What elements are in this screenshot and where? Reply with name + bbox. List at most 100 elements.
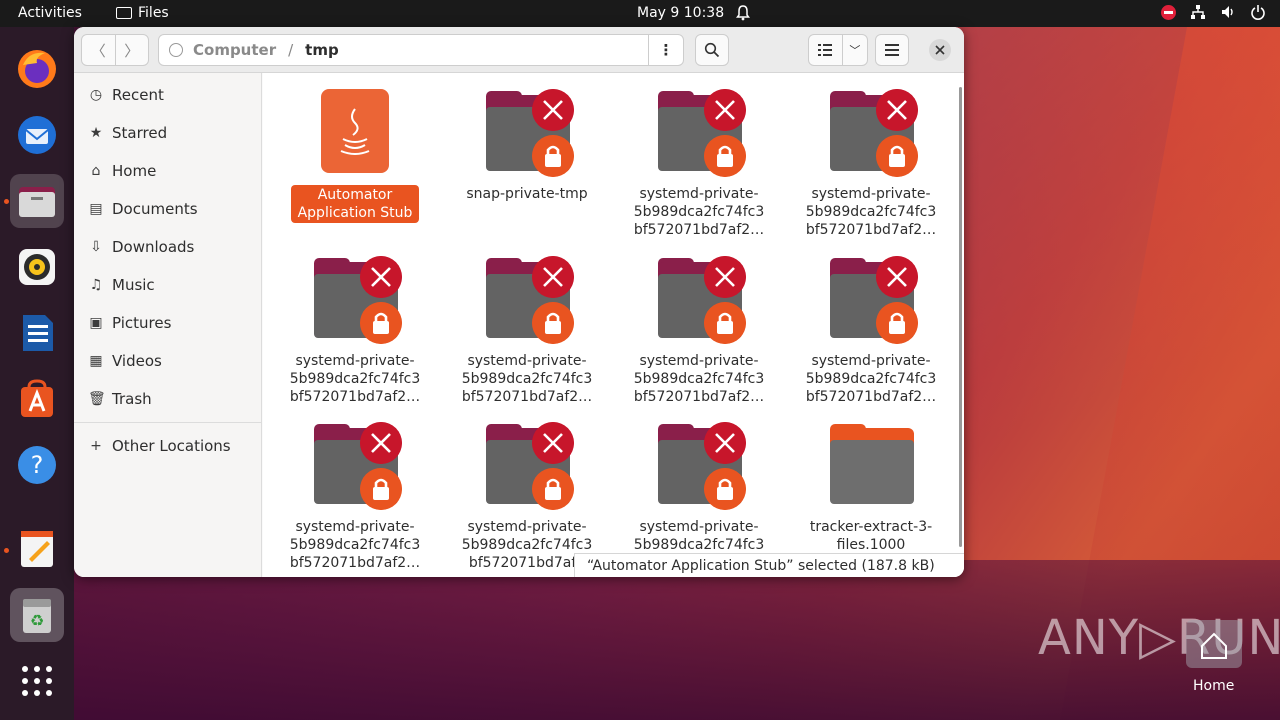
file-item[interactable]: systemd-private- 5b989dca2fc74fc3 bf572071…: [442, 256, 612, 406]
clock[interactable]: May 9 10:38: [637, 5, 724, 21]
file-item[interactable]: systemd-private- 5b989dca2fc74fc3 bf572071…: [614, 89, 784, 239]
bell-icon[interactable]: [735, 4, 751, 21]
sidebar-item-pictures[interactable]: ▣ Pictures: [74, 304, 262, 342]
file-item[interactable]: systemd-private- 5b989dca2fc74fc3 bf572071…: [786, 89, 956, 239]
files-icon[interactable]: [10, 174, 64, 228]
trash-dock-icon[interactable]: ♻: [10, 588, 64, 642]
sidebar-item-label: Pictures: [112, 314, 172, 332]
locked-folder-icon: [826, 256, 918, 346]
path-menu-button[interactable]: ⋮: [649, 41, 683, 59]
unreadable-emblem-icon: [704, 422, 746, 464]
watermark-logo: ANY▷RUN: [1038, 610, 1280, 666]
file-name: systemd-private- 5b989dca2fc74fc3 bf572071…: [289, 519, 421, 571]
activities-button[interactable]: Activities: [18, 5, 82, 21]
lock-icon: [876, 302, 918, 344]
svg-text:?: ?: [31, 451, 44, 479]
unreadable-emblem-icon: [532, 89, 574, 131]
unreadable-emblem-icon: [876, 89, 918, 131]
lock-icon: [704, 468, 746, 510]
music-icon: ♫: [89, 277, 103, 293]
app-center-icon[interactable]: [10, 372, 64, 426]
sidebar-item-music[interactable]: ♫ Music: [74, 266, 262, 304]
power-icon[interactable]: [1250, 4, 1266, 20]
sidebar-item-label: Documents: [112, 200, 198, 218]
file-item[interactable]: snap-private-tmp: [442, 89, 612, 203]
rhythmbox-icon[interactable]: [10, 240, 64, 294]
home-desktop-icon[interactable]: [1186, 620, 1242, 668]
firefox-icon[interactable]: [10, 42, 64, 96]
sidebar-item-label: Home: [112, 162, 157, 180]
home-icon: ⌂: [91, 163, 101, 179]
path-bar: Computer / tmp ⋮: [158, 34, 684, 66]
sidebar-item-documents[interactable]: ▤ Documents: [74, 190, 262, 228]
video-icon: ▦: [89, 353, 103, 369]
text-editor-icon[interactable]: [10, 522, 64, 576]
view-options: ﹀: [808, 34, 868, 66]
sidebar-item-label: Music: [112, 276, 155, 294]
hamburger-icon: [885, 44, 899, 56]
file-item[interactable]: systemd-private- 5b989dca2fc74fc3 bf572071…: [614, 256, 784, 406]
recording-indicator-icon[interactable]: [1161, 4, 1176, 20]
forward-button[interactable]: 〉: [115, 40, 148, 61]
list-icon: [818, 44, 833, 56]
network-icon[interactable]: [1190, 4, 1206, 20]
sidebar-item-downloads[interactable]: ⇩ Downloads: [74, 228, 262, 266]
search-icon: [704, 42, 720, 58]
lock-icon: [704, 302, 746, 344]
sidebar-item-home[interactable]: ⌂ Home: [74, 152, 262, 190]
locked-folder-icon: [654, 422, 746, 512]
lock-icon: [360, 468, 402, 510]
file-name: systemd-private- 5b989dca2fc74fc3 bf572071…: [461, 353, 593, 405]
unreadable-emblem-icon: [360, 256, 402, 298]
file-name: systemd-private- 5b989dca2fc74fc3 bf572071…: [805, 353, 937, 405]
sidebar-item-trash[interactable]: 🗑 Trash: [74, 380, 262, 418]
sidebar-item-starred[interactable]: ★ Starred: [74, 114, 262, 152]
chevron-down-icon[interactable]: ﹀: [843, 42, 867, 58]
folder-icon: [116, 7, 132, 19]
search-button[interactable]: [695, 34, 729, 66]
main-menu-button[interactable]: [875, 34, 909, 66]
file-item[interactable]: systemd-private- 5b989dca2fc74fc3 bf572071…: [270, 422, 440, 572]
app-menu[interactable]: Files: [116, 5, 169, 21]
java-file-icon: [310, 89, 400, 179]
volume-icon[interactable]: [1220, 4, 1236, 20]
file-item[interactable]: tracker-extract-3- files.1000: [786, 422, 956, 554]
home-desktop-label[interactable]: Home: [1193, 678, 1234, 694]
locked-folder-icon: [654, 89, 746, 179]
lock-icon: [360, 302, 402, 344]
sidebar-item-other-locations[interactable]: + Other Locations: [74, 427, 262, 465]
sidebar-item-label: Other Locations: [112, 437, 231, 455]
sidebar-item-videos[interactable]: ▦ Videos: [74, 342, 262, 380]
lock-icon: [704, 135, 746, 177]
clock-icon: ◷: [89, 87, 103, 103]
show-apps-icon[interactable]: [10, 654, 64, 708]
locked-folder-icon: [654, 256, 746, 346]
folder-icon: [826, 422, 916, 512]
file-name: snap-private-tmp: [466, 186, 588, 202]
list-view-button[interactable]: [809, 44, 842, 56]
help-icon[interactable]: ?: [10, 438, 64, 492]
file-name: systemd-private- 5b989dca2fc74fc3: [633, 519, 765, 553]
file-item[interactable]: systemd-private- 5b989dca2fc74fc3: [614, 422, 784, 554]
status-bar: “Automator Application Stub” selected (1…: [574, 553, 964, 577]
path-computer[interactable]: Computer: [193, 41, 276, 59]
back-button[interactable]: 〈: [82, 40, 115, 61]
close-button[interactable]: [929, 39, 951, 61]
file-item[interactable]: systemd-private- 5b989dca2fc74fc3 bf572071…: [442, 422, 612, 572]
sidebar-item-label: Starred: [112, 124, 168, 142]
file-item[interactable]: systemd-private- 5b989dca2fc74fc3 bf572071…: [270, 256, 440, 406]
locked-folder-icon: [826, 89, 918, 179]
file-name: tracker-extract-3- files.1000: [809, 519, 933, 553]
file-item[interactable]: systemd-private- 5b989dca2fc74fc3 bf572071…: [786, 256, 956, 406]
sidebar-item-label: Recent: [112, 86, 164, 104]
scrollbar[interactable]: [959, 87, 962, 547]
file-name: systemd-private- 5b989dca2fc74fc3 bf572071…: [633, 353, 765, 405]
file-name: systemd-private- 5b989dca2fc74fc3 bf572071…: [289, 353, 421, 405]
libreoffice-writer-icon[interactable]: [10, 306, 64, 360]
sidebar-item-recent[interactable]: ◷ Recent: [74, 76, 262, 114]
document-icon: ▤: [89, 201, 103, 217]
file-grid: Automator Application Stub snap-private-t…: [263, 73, 964, 577]
file-item[interactable]: Automator Application Stub: [270, 89, 440, 223]
path-current[interactable]: tmp: [305, 41, 339, 59]
thunderbird-icon[interactable]: [10, 108, 64, 162]
